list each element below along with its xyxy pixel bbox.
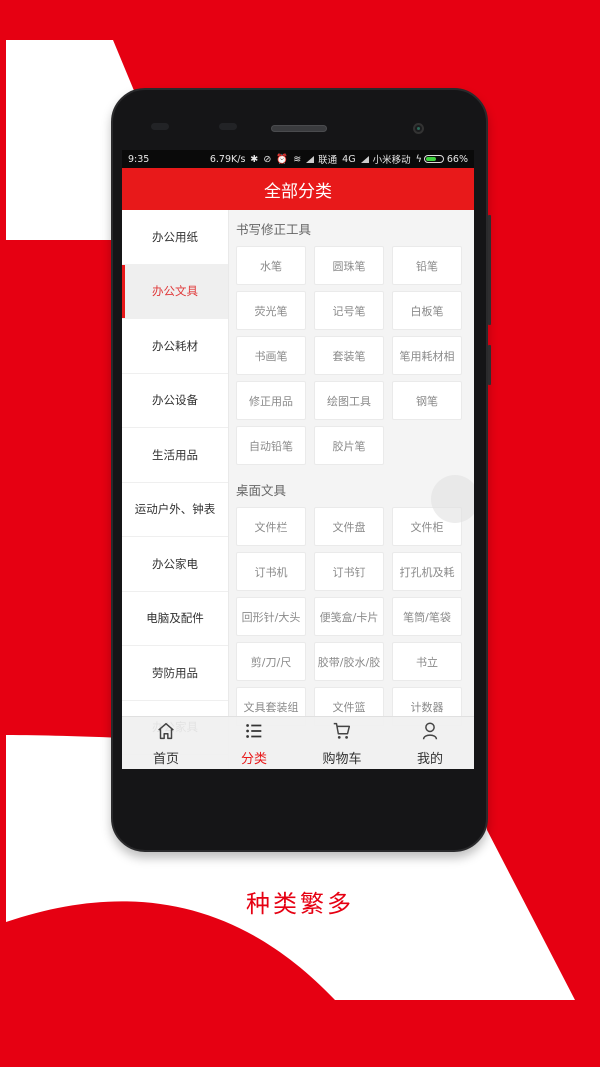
- subcategory-item[interactable]: 钢笔: [392, 381, 462, 420]
- battery-icon: [423, 155, 444, 163]
- cart-icon: [331, 720, 353, 748]
- subcategory-item[interactable]: 打孔机及耗: [392, 552, 462, 591]
- carrier-1: 联通: [318, 155, 338, 166]
- battery-percent: 66%: [446, 153, 468, 165]
- battery-fill: [425, 157, 437, 161]
- bottom-tab-bar: 首页 分类 购物车 我的: [122, 716, 474, 769]
- volume-button: [488, 215, 491, 325]
- subcategory-item[interactable]: 书画笔: [236, 336, 306, 375]
- power-button: [488, 345, 491, 385]
- subcategory-panel: 书写修正工具水笔 圆珠笔 铅笔荧光笔 记号笔 白板笔书画笔 套装笔 笔用耗材相修正用品 绘图工…: [229, 210, 474, 769]
- sidebar-item[interactable]: 劳防用品: [122, 646, 228, 701]
- sidebar-item-label: 运动户外、钟表: [134, 502, 216, 517]
- network-type: 4G: [342, 153, 356, 165]
- subcategory-grid: 水笔 圆珠笔 铅笔荧光笔 记号笔 白板笔书画笔 套装笔 笔用耗材相修正用品 绘图工具 钢笔自动铅…: [236, 246, 464, 465]
- subcategory-item[interactable]: 订书机: [236, 552, 306, 591]
- sensor: [151, 123, 169, 130]
- section-title: 书写修正工具: [236, 222, 312, 237]
- sidebar-item[interactable]: 办公设备: [122, 373, 228, 428]
- subcategory-item[interactable]: 荧光笔: [236, 291, 306, 330]
- subcategory-grid: 文件栏 文件盘 文件柜 订书机 订书钉 打孔机及耗 回形针/大头 便笺盒/卡片 笔筒/笔袋 剪/刀…: [236, 507, 464, 726]
- sidebar-item-label: 劳防用品: [152, 665, 198, 680]
- app-screen: 9:35 6.79K/s ✱ ⊘ ⏰ ≋ 联通 4G 小米移动 ϟ 66% 全部…: [122, 150, 474, 769]
- sidebar-item-label: 生活用品: [152, 447, 198, 462]
- charging-icon: ϟ: [415, 153, 422, 165]
- sidebar-item-label: 电脑及配件: [146, 611, 204, 626]
- status-time: 9:35: [128, 153, 150, 165]
- home-icon: [155, 720, 177, 748]
- subcategory-item[interactable]: 修正用品: [236, 381, 306, 420]
- sidebar-item[interactable]: 办公家电: [122, 537, 228, 592]
- sidebar-item[interactable]: 运动户外、钟表: [122, 482, 228, 537]
- sidebar-item-label: 办公文具: [152, 284, 198, 299]
- category-sidebar: 办公用纸办公文具办公耗材办公设备生活用品运动户外、钟表 办公家电电脑及配件劳防用品…: [122, 210, 229, 769]
- carrier-2: 小米移动: [372, 155, 411, 166]
- tab-label: 我的: [416, 751, 443, 767]
- subcategory-item[interactable]: 水笔: [236, 246, 306, 285]
- list-icon: [243, 720, 265, 748]
- subcategory-item[interactable]: 书立: [392, 642, 462, 681]
- tab-label: 首页: [152, 751, 179, 767]
- sidebar-item-label: 办公耗材: [152, 338, 198, 353]
- subcategory-item[interactable]: 便笺盒/卡片: [314, 597, 384, 636]
- user-icon: [419, 720, 441, 748]
- subcategory-item[interactable]: 剪/刀/尺: [236, 642, 306, 681]
- sidebar-item[interactable]: 办公文具: [122, 264, 228, 319]
- alarm-icon: ⏰: [276, 153, 289, 165]
- subcategory-item[interactable]: 绘图工具: [314, 381, 384, 420]
- section-title: 桌面文具: [236, 483, 287, 498]
- wifi-icon: ≋: [293, 153, 302, 165]
- sidebar-item[interactable]: 生活用品: [122, 428, 228, 483]
- slogan-text: 种类繁多: [246, 890, 354, 918]
- sidebar-item-label: 办公设备: [152, 393, 198, 408]
- tab-label: 分类: [240, 751, 267, 767]
- tab-item[interactable]: 购物车: [298, 717, 386, 769]
- sidebar-item-label: 办公用纸: [152, 229, 198, 244]
- sidebar-item[interactable]: 办公用纸: [122, 210, 228, 265]
- sidebar-item-label: 办公家电: [152, 556, 198, 571]
- tab-item[interactable]: 首页: [122, 717, 210, 769]
- subcategory-item[interactable]: 圆珠笔: [314, 246, 384, 285]
- subcategory-item[interactable]: 胶片笔: [314, 426, 384, 465]
- bluetooth-icon: ✱: [250, 153, 259, 165]
- tab-item[interactable]: 分类: [210, 717, 298, 769]
- subcategory-item[interactable]: 订书钉: [314, 552, 384, 591]
- front-camera: [413, 123, 424, 134]
- sidebar-item[interactable]: 电脑及配件: [122, 591, 228, 646]
- subcategory-item[interactable]: 自动铅笔: [236, 426, 306, 465]
- subcategory-item[interactable]: 胶带/胶水/胶: [314, 642, 384, 681]
- earpiece-speaker: [271, 125, 327, 132]
- subcategory-item[interactable]: 套装笔: [314, 336, 384, 375]
- net-speed: 6.79K/s: [209, 153, 246, 165]
- subcategory-item[interactable]: 文件栏: [236, 507, 306, 546]
- tab-item[interactable]: 我的: [386, 717, 474, 769]
- subcategory-item[interactable]: 笔筒/笔袋: [392, 597, 462, 636]
- status-bar: 9:35 6.79K/s ✱ ⊘ ⏰ ≋ 联通 4G 小米移动 ϟ 66%: [122, 150, 474, 168]
- app-bar: 全部分类: [122, 168, 474, 210]
- subcategory-item[interactable]: 记号笔: [314, 291, 384, 330]
- subcategory-item[interactable]: 回形针/大头: [236, 597, 306, 636]
- floating-button[interactable]: [431, 475, 474, 523]
- sensor: [219, 123, 237, 130]
- tab-label: 购物车: [322, 751, 362, 767]
- sidebar-item[interactable]: 办公耗材: [122, 319, 228, 374]
- page-title: 全部分类: [264, 181, 332, 202]
- signal-icon: [306, 155, 315, 163]
- subcategory-item[interactable]: 文件盘: [314, 507, 384, 546]
- sync-icon: ⊘: [263, 153, 272, 165]
- signal-icon: [360, 155, 369, 163]
- subcategory-item[interactable]: 铅笔: [392, 246, 462, 285]
- subcategory-item[interactable]: 白板笔: [392, 291, 462, 330]
- subcategory-item[interactable]: 笔用耗材相: [392, 336, 462, 375]
